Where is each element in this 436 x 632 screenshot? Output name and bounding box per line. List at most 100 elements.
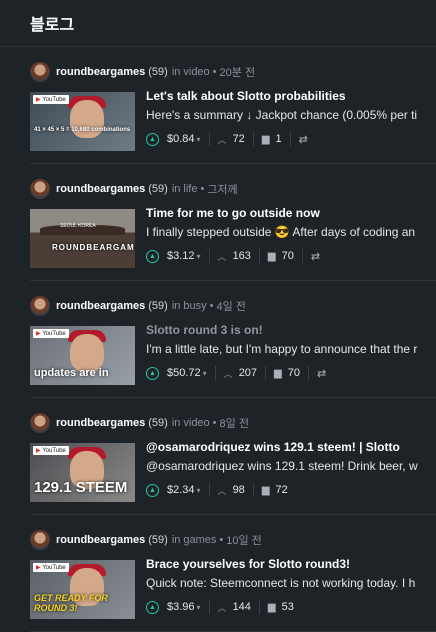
divider [252, 132, 254, 146]
author-name[interactable]: roundbeargames [56, 183, 145, 195]
author-avatar[interactable] [30, 179, 50, 199]
chevron-down-icon[interactable]: ▾ [197, 252, 201, 261]
thumbnail-overlay-text: updates are in [34, 367, 109, 379]
vote-count[interactable]: 98 [233, 484, 245, 496]
upvote-icon[interactable]: ▲ [146, 600, 159, 614]
post-title[interactable]: Brace yourselves for Slotto round3! [146, 557, 350, 571]
upvote-icon[interactable]: ▲ [146, 366, 159, 380]
post-excerpt[interactable]: Here's a summary ↓ Jackpot chance (0.005… [146, 108, 417, 122]
reblog-icon[interactable]: ⇄ [299, 133, 308, 146]
bullet-separator: • [212, 66, 217, 78]
upvote-icon[interactable]: ▲ [146, 132, 159, 146]
youtube-logo-icon: YouTube [33, 563, 69, 572]
chevron-down-icon[interactable]: ▾ [197, 603, 201, 612]
author-reputation: (59) [148, 183, 168, 195]
upvote-icon[interactable]: ▲ [146, 249, 159, 263]
post-time[interactable]: 8일 전 [220, 415, 249, 431]
comment-icon[interactable]: ▆ [262, 485, 270, 496]
payout-amount[interactable]: $0.84 [167, 133, 195, 145]
divider [252, 483, 254, 497]
bullet-separator: • [209, 300, 214, 312]
divider [258, 249, 260, 263]
post-title[interactable]: @osamarodriquez wins 129.1 steem! | Slot… [146, 440, 400, 454]
author-reputation: (59) [148, 417, 168, 429]
comment-count[interactable]: 70 [282, 250, 294, 262]
comment-count[interactable]: 72 [276, 484, 288, 496]
post-meta: roundbeargames (59) in video • 8일 전 [30, 413, 249, 433]
divider [308, 366, 309, 380]
post-title[interactable]: Slotto round 3 is on! [146, 323, 263, 337]
votes-chevron-icon: ︿ [217, 134, 227, 145]
post-title[interactable]: Let's talk about Slotto probabilities [146, 89, 346, 103]
post-category[interactable]: video [183, 66, 209, 78]
comment-icon[interactable]: ▆ [268, 251, 276, 262]
vote-count[interactable]: 144 [233, 601, 251, 613]
chevron-down-icon[interactable]: ▾ [197, 135, 201, 144]
payout-amount[interactable]: $2.34 [167, 484, 195, 496]
thumbnail-overlay-text: GET READY FOR ROUND 3! [34, 593, 108, 613]
divider [265, 366, 267, 380]
post-excerpt[interactable]: I'm a little late, but I'm happy to anno… [146, 342, 417, 356]
post-category[interactable]: video [183, 417, 209, 429]
author-avatar[interactable] [30, 530, 50, 550]
post-item[interactable]: roundbeargames (59) in life • 그저께 SEOUL … [30, 164, 436, 281]
comment-icon[interactable]: ▆ [262, 134, 270, 145]
payout-amount[interactable]: $50.72 [167, 367, 201, 379]
post-actions: ▲ $2.34 ▾ ︿ 98 ▆ 72 [146, 481, 288, 499]
chevron-down-icon[interactable]: ▾ [197, 486, 201, 495]
divider [258, 600, 260, 614]
post-time[interactable]: 그저께 [207, 181, 237, 197]
votes-chevron-icon: ︿ [217, 485, 227, 496]
chevron-down-icon[interactable]: ▾ [203, 369, 207, 378]
reblog-icon[interactable]: ⇄ [317, 367, 326, 380]
post-excerpt[interactable]: I finally stepped outside 😎 After days o… [146, 225, 415, 239]
post-category[interactable]: life [183, 183, 197, 195]
comment-count[interactable]: 70 [288, 367, 300, 379]
upvote-icon[interactable]: ▲ [146, 483, 159, 497]
vote-count[interactable]: 207 [239, 367, 257, 379]
in-label: in [171, 183, 181, 195]
author-name[interactable]: roundbeargames [56, 300, 145, 312]
post-actions: ▲ $0.84 ▾ ︿ 72 ▆ 1 ⇄ [146, 130, 308, 148]
payout-amount[interactable]: $3.12 [167, 250, 195, 262]
post-time[interactable]: 20분 전 [220, 64, 256, 80]
post-category[interactable]: busy [183, 300, 206, 312]
post-excerpt[interactable]: Quick note: Steemconnect is not working … [146, 576, 415, 590]
post-actions: ▲ $50.72 ▾ ︿ 207 ▆ 70 ⇄ [146, 364, 326, 382]
author-avatar[interactable] [30, 62, 50, 82]
thumbnail-caption: SEOUL KOREA [60, 223, 96, 229]
post-item[interactable]: roundbeargames (59) in busy • 4일 전 YouTu… [30, 281, 436, 398]
post-excerpt[interactable]: @osamarodriquez wins 129.1 steem! Drink … [146, 459, 418, 473]
in-label: in [171, 534, 181, 546]
post-meta: roundbeargames (59) in video • 20분 전 [30, 62, 255, 82]
post-thumbnail[interactable]: SEOUL KOREA ROUNDBEARGAMES [30, 209, 135, 268]
author-name[interactable]: roundbeargames [56, 417, 145, 429]
post-thumbnail[interactable]: YouTube 129.1 STEEM [30, 443, 135, 502]
in-label: in [171, 66, 181, 78]
bullet-separator: • [212, 417, 217, 429]
vote-count[interactable]: 163 [233, 250, 251, 262]
payout-amount[interactable]: $3.96 [167, 601, 195, 613]
divider [208, 132, 210, 146]
post-item[interactable]: roundbeargames (59) in games • 10일 전 You… [30, 515, 436, 632]
post-thumbnail[interactable]: YouTube 41 × 45 × 5 = 10,680 combination… [30, 92, 135, 151]
post-time[interactable]: 4일 전 [216, 298, 245, 314]
vote-count[interactable]: 72 [233, 133, 245, 145]
reblog-icon[interactable]: ⇄ [311, 250, 320, 263]
post-thumbnail[interactable]: YouTube GET READY FOR ROUND 3! [30, 560, 135, 619]
post-category[interactable]: games [183, 534, 216, 546]
author-name[interactable]: roundbeargames [56, 534, 145, 546]
comment-count[interactable]: 1 [276, 133, 282, 145]
author-avatar[interactable] [30, 413, 50, 433]
post-item[interactable]: roundbeargames (59) in video • 8일 전 YouT… [30, 398, 436, 515]
post-time[interactable]: 10일 전 [226, 532, 262, 548]
post-title[interactable]: Time for me to go outside now [146, 206, 320, 220]
comment-icon[interactable]: ▆ [274, 368, 282, 379]
author-avatar[interactable] [30, 296, 50, 316]
post-item[interactable]: roundbeargames (59) in video • 20분 전 You… [30, 47, 436, 164]
author-name[interactable]: roundbeargames [56, 66, 145, 78]
post-thumbnail[interactable]: YouTube updates are in [30, 326, 135, 385]
comment-icon[interactable]: ▆ [268, 602, 276, 613]
comment-count[interactable]: 53 [282, 601, 294, 613]
in-label: in [171, 417, 181, 429]
